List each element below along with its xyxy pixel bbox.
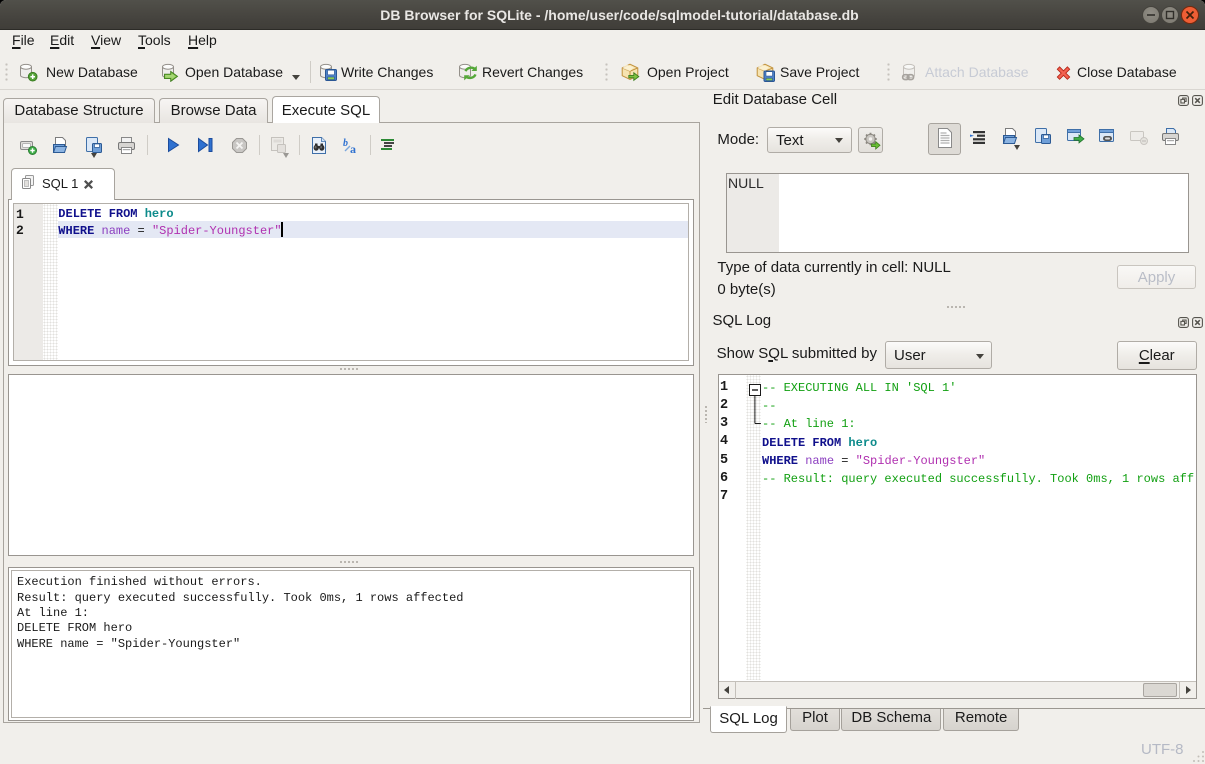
- svg-text:b: b: [343, 138, 348, 149]
- svg-text:a: a: [350, 142, 356, 155]
